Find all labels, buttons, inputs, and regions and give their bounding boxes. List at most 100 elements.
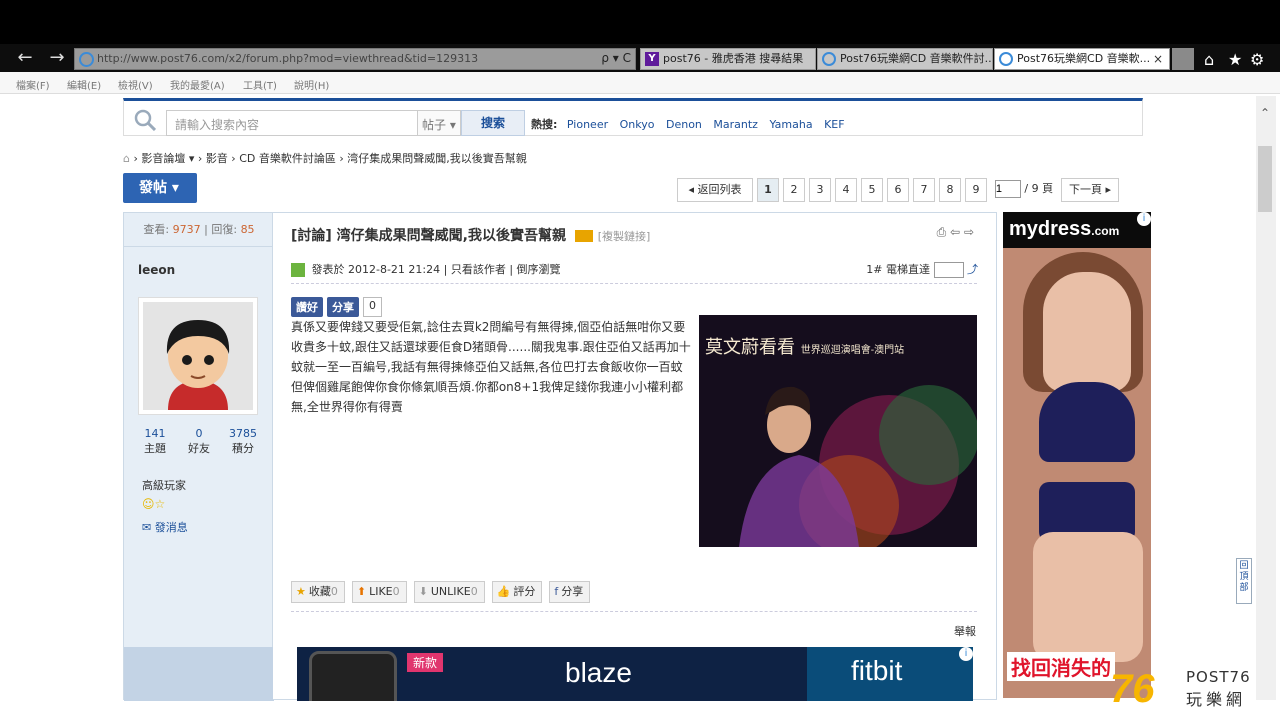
- menu-favorites[interactable]: 我的最愛(A): [170, 77, 225, 92]
- new-tab-button[interactable]: [1172, 48, 1194, 70]
- report-link[interactable]: 舉報: [954, 623, 976, 639]
- next-page-button[interactable]: 下一頁 ▸: [1061, 178, 1119, 202]
- scroll-thumb[interactable]: [1258, 146, 1272, 212]
- tab-label: post76 - 雅虎香港 搜尋結果: [663, 52, 804, 65]
- vertical-scrollbar[interactable]: ⌃: [1256, 96, 1276, 700]
- watermark-chinese: 玩樂網: [1186, 690, 1247, 709]
- prev-thread-icon[interactable]: ⇦: [950, 225, 960, 239]
- copy-link[interactable]: [複製鏈接]: [598, 230, 651, 243]
- tab-post76-active[interactable]: Post76玩樂網CD 音樂軟... ×: [994, 48, 1170, 70]
- new-post-button[interactable]: 發帖 ▾: [123, 173, 197, 203]
- menu-file[interactable]: 檔案(F): [16, 77, 50, 92]
- hot-link[interactable]: Onkyo: [620, 118, 655, 131]
- back-to-list-button[interactable]: ◂ 返回列表: [677, 178, 753, 202]
- ad-model-legs: [1033, 532, 1143, 662]
- fitbit-ad-banner[interactable]: 新款 blaze fitbit i: [297, 647, 973, 701]
- print-icon[interactable]: ⎙: [937, 225, 947, 239]
- watch-image: [309, 651, 397, 701]
- favorite-label: 收藏: [308, 585, 331, 598]
- gear-icon[interactable]: ⚙: [1250, 50, 1264, 69]
- next-thread-icon[interactable]: ⇨: [964, 225, 974, 239]
- page-9[interactable]: 9: [965, 178, 987, 202]
- ad-info-icon[interactable]: i: [959, 647, 973, 661]
- facebook-icon: f: [554, 585, 559, 598]
- search-button[interactable]: 搜索: [461, 110, 525, 136]
- replies-count: 85: [240, 223, 255, 236]
- ie-icon: [822, 52, 836, 66]
- mydress-side-ad[interactable]: mydress.com i 找回消失的: [1003, 212, 1151, 698]
- search-refresh-icon[interactable]: ρ ▾ C: [601, 51, 631, 65]
- fb-like-button[interactable]: 讚好: [291, 297, 323, 317]
- page-4[interactable]: 4: [835, 178, 857, 202]
- views-label: 查看:: [143, 223, 170, 236]
- ad-model-top: [1039, 382, 1135, 462]
- back-arrow-icon[interactable]: ←: [14, 48, 36, 68]
- fb-share-button[interactable]: 分享: [327, 297, 359, 317]
- floor-jump-input[interactable]: [933, 262, 964, 278]
- menu-help[interactable]: 說明(H): [294, 77, 329, 92]
- author-name[interactable]: leeon: [138, 263, 175, 277]
- rate-button[interactable]: 👍 評分: [491, 581, 543, 603]
- address-url[interactable]: http://www.post76.com/x2/forum.php?mod=v…: [97, 52, 478, 65]
- post-image[interactable]: 莫文蔚看看 世界巡迴演唱會-澳門站: [699, 315, 977, 547]
- scroll-up-icon[interactable]: ⌃: [1260, 106, 1270, 120]
- avatar-image: [143, 302, 253, 410]
- author-friends[interactable]: 0 好友: [178, 427, 220, 456]
- menu-view[interactable]: 檢視(V): [118, 77, 153, 92]
- page-6[interactable]: 6: [887, 178, 909, 202]
- post-date: 發表於 2012-8-21 21:24: [311, 263, 441, 276]
- post-body: [討論] 湾仔集成果問聲威聞,我以後實吾幫親 [複製鏈接] ⎙ ⇦ ⇨ 發表於 …: [273, 212, 997, 701]
- share-button[interactable]: f 分享: [549, 581, 591, 603]
- up-arrow-icon: ⬆: [356, 585, 367, 598]
- page-7[interactable]: 7: [913, 178, 935, 202]
- page-3[interactable]: 3: [809, 178, 831, 202]
- favorite-button[interactable]: ★ 收藏0: [291, 581, 345, 603]
- hot-link[interactable]: Pioneer: [567, 118, 608, 131]
- like-count: 0: [392, 585, 400, 598]
- unlike-button[interactable]: ⬇ UNLIKE0: [413, 581, 485, 603]
- breadcrumb-item[interactable]: 影音論壇: [141, 152, 185, 165]
- avatar[interactable]: [138, 297, 258, 415]
- breadcrumb-item[interactable]: CD 音樂軟件討論區: [239, 152, 336, 165]
- home-icon[interactable]: ⌂: [1204, 50, 1214, 69]
- like-label: LIKE: [369, 585, 393, 598]
- tab-yahoo[interactable]: Y post76 - 雅虎香港 搜尋結果: [640, 48, 816, 70]
- menu-tools[interactable]: 工具(T): [243, 77, 277, 92]
- page-jump: / 9 頁: [991, 178, 1057, 202]
- search-type-select[interactable]: 帖子 ▾: [417, 110, 461, 136]
- like-button[interactable]: ⬆ LIKE0: [351, 581, 407, 603]
- browser-toolbar: ← → http://www.post76.com/x2/forum.php?m…: [0, 44, 1280, 72]
- back-to-list-label: 返回列表: [697, 183, 742, 196]
- page-1[interactable]: 1: [757, 178, 779, 202]
- tab-post76-1[interactable]: Post76玩樂網CD 音樂軟件討...: [817, 48, 993, 70]
- home-icon[interactable]: ⌂: [123, 152, 130, 165]
- back-to-top-button[interactable]: 回頂部: [1236, 558, 1252, 604]
- page-8[interactable]: 8: [939, 178, 961, 202]
- author-points[interactable]: 3785 積分: [222, 427, 264, 456]
- search-input[interactable]: 請輸入搜索內容: [166, 110, 419, 136]
- ad-info-icon[interactable]: i: [1137, 212, 1151, 226]
- page-2[interactable]: 2: [783, 178, 805, 202]
- only-author-link[interactable]: 只看該作者: [451, 263, 506, 276]
- floor-jump-go-icon[interactable]: ⤴: [967, 263, 978, 276]
- tab-close-icon[interactable]: ×: [1153, 49, 1163, 69]
- reverse-order-link[interactable]: 倒序瀏覽: [517, 263, 561, 276]
- hot-link[interactable]: Denon: [666, 118, 702, 131]
- address-bar[interactable]: http://www.post76.com/x2/forum.php?mod=v…: [74, 48, 636, 70]
- hot-link[interactable]: Yamaha: [769, 118, 812, 131]
- breadcrumb-item[interactable]: 湾仔集成果問聲威聞,我以後實吾幫親: [347, 152, 527, 165]
- breadcrumb-item[interactable]: 影音: [206, 152, 228, 165]
- post-tools: ⎙ ⇦ ⇨: [937, 225, 974, 240]
- post-meta: 發表於 2012-8-21 21:24 | 只看該作者 | 倒序瀏覽: [291, 261, 561, 277]
- floor-jump-label: 電梯直達: [886, 263, 930, 276]
- favorites-star-icon[interactable]: ★: [1228, 50, 1242, 69]
- hot-link[interactable]: KEF: [824, 118, 845, 131]
- menu-edit[interactable]: 編輯(E): [67, 77, 101, 92]
- ad-model-body: [1043, 272, 1131, 392]
- hot-link[interactable]: Marantz: [713, 118, 758, 131]
- forward-arrow-icon[interactable]: →: [46, 48, 68, 68]
- author-topics[interactable]: 141 主題: [134, 427, 176, 456]
- page-5[interactable]: 5: [861, 178, 883, 202]
- page-jump-input[interactable]: [994, 180, 1021, 198]
- send-message-link[interactable]: ✉ 發消息: [142, 519, 188, 535]
